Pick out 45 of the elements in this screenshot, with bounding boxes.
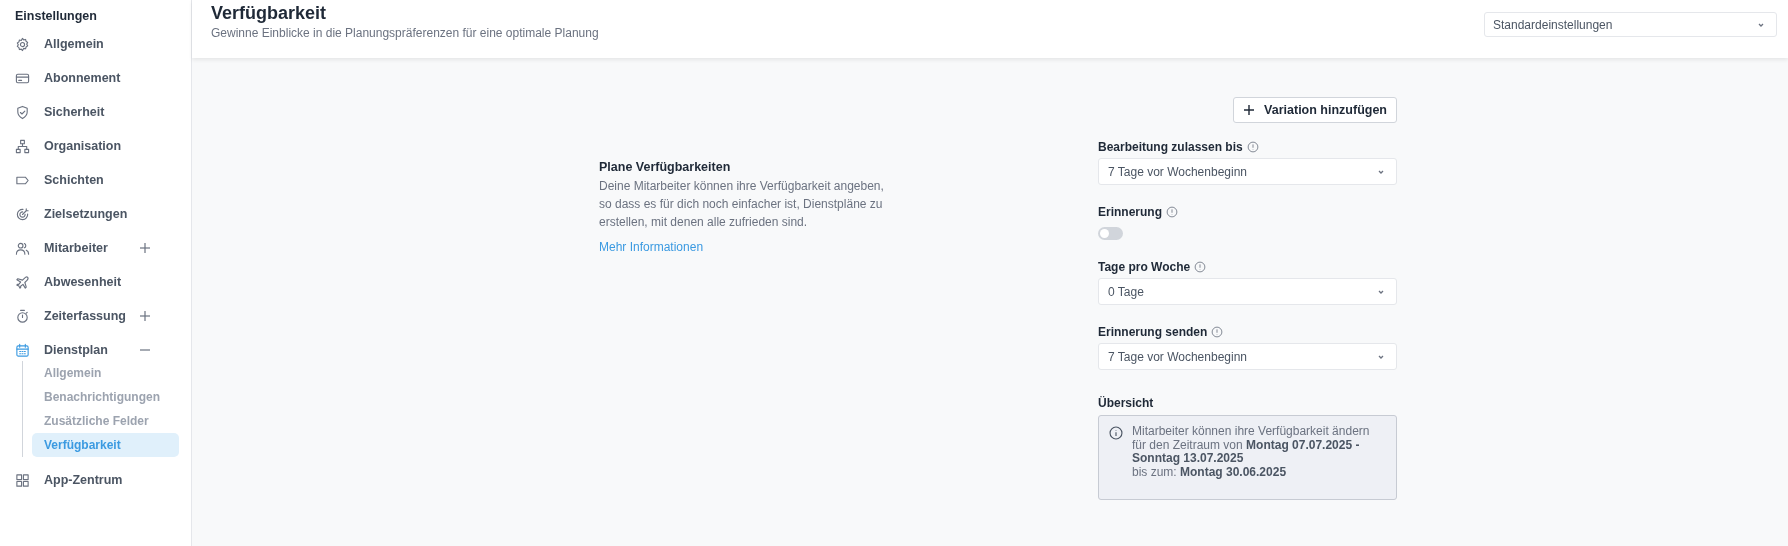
sidebar-item[interactable]: Allgemein <box>0 27 191 61</box>
add-variation-button[interactable]: Variation hinzufügen <box>1233 97 1397 123</box>
sidebar-item[interactable]: Schichten <box>0 163 191 197</box>
sidebar-title: Einstellungen <box>15 9 97 23</box>
info-icon <box>1109 426 1123 440</box>
gear-icon <box>15 36 30 52</box>
grid-icon <box>15 472 30 488</box>
sidebar-item[interactable]: Zielsetzungen <box>0 197 191 231</box>
page-title: Verfügbarkeit <box>211 3 327 24</box>
preset-dropdown[interactable]: Standardeinstellungen <box>1484 12 1777 37</box>
stopwatch-icon <box>15 308 30 324</box>
plus-icon <box>1243 104 1256 116</box>
select-field[interactable]: 0 Tage <box>1098 278 1397 305</box>
shield-icon <box>15 104 30 120</box>
sidebar-item[interactable]: App-Zentrum <box>0 463 191 497</box>
overview-text: bis zum: Montag 30.06.2025 <box>1132 465 1288 479</box>
section-description: Deine Mitarbeiter können ihre Verfügbarkeit angeben, so dass es für dich noch einfacher ist, Dienstpläne zu erstellen, mit denen alle zufrieden sind. <box>599 178 885 231</box>
sidebar-item[interactable]: Zeiterfassung <box>0 299 191 333</box>
sidebar-item[interactable]: Abonnement <box>0 61 191 95</box>
sidebar-item[interactable]: Sicherheit <box>0 95 191 129</box>
hierarchy-icon <box>15 138 30 154</box>
target-icon <box>15 206 30 222</box>
info-icon <box>1246 141 1259 153</box>
sidebar-item[interactable]: Abwesenheit <box>0 265 191 299</box>
section-title: Plane Verfügbarkeiten <box>599 160 731 174</box>
plus-icon[interactable] <box>139 310 151 322</box>
overview-text: Mitarbeiter können ihre Verfügbarkeit ändern für den Zeitraum von Montag 07.07.2025 - Sonntag 13.07.2025 <box>1132 425 1371 466</box>
page-subtitle: Gewinne Einblicke in die Planungspräferenzen für eine optimale Planung <box>211 26 599 40</box>
info-icon <box>1211 326 1224 338</box>
select-field[interactable]: 7 Tage vor Wochenbeginn <box>1098 158 1397 185</box>
field-label: Erinnerung senden <box>1098 325 1208 339</box>
info-icon <box>1194 261 1207 273</box>
sidebar-item[interactable]: Organisation <box>0 129 191 163</box>
field-label: Tage pro Woche <box>1098 260 1191 274</box>
select-field[interactable]: 7 Tage vor Wochenbeginn <box>1098 343 1397 370</box>
plus-icon[interactable] <box>139 242 151 254</box>
field-label: Bearbeitung zulassen bis <box>1098 140 1243 154</box>
info-icon <box>1166 206 1178 218</box>
calendar-icon <box>15 342 30 358</box>
field-label: Erinnerung <box>1098 205 1162 219</box>
sidebar-item[interactable]: Mitarbeiter <box>0 231 191 265</box>
plane-icon <box>15 274 30 290</box>
people-icon <box>15 240 30 256</box>
toggle-switch[interactable] <box>1098 227 1123 240</box>
overview-title: Übersicht <box>1098 396 1155 410</box>
